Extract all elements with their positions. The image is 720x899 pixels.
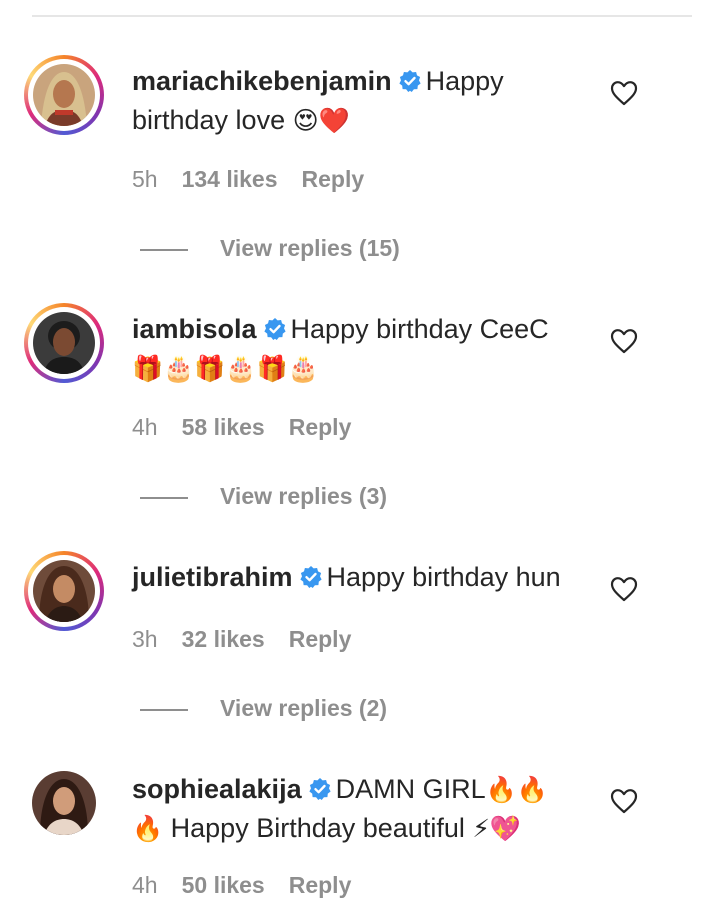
verified-badge-icon	[263, 314, 287, 350]
avatar-story-ring[interactable]	[24, 55, 104, 135]
comment-text: sophiealakija DAMN GIRL🔥🔥 🔥 Happy Birthda…	[132, 771, 572, 847]
reply-button[interactable]: Reply	[289, 872, 352, 898]
heart-outline-icon[interactable]	[610, 80, 638, 106]
comment-emoji: 🔥🔥	[485, 775, 548, 804]
heart-outline-icon[interactable]	[610, 328, 638, 354]
avatar[interactable]	[33, 312, 95, 374]
comment-body-line2: Happy Birthday beautiful	[170, 813, 465, 843]
likes-count[interactable]: 50 likes	[182, 872, 265, 898]
comment-text: iambisola Happy birthday CeeC 🎁🎂🎁🎂🎁🎂	[132, 311, 572, 387]
view-replies-label[interactable]: View replies (2)	[220, 695, 387, 722]
comment-body-line1: Happy	[425, 66, 504, 96]
verified-badge-icon	[308, 774, 332, 810]
reply-button[interactable]: Reply	[302, 166, 365, 192]
view-replies-label[interactable]: View replies (3)	[220, 483, 387, 510]
comment-text: mariachikebenjamin Happy birthday love 😍❤…	[132, 63, 572, 139]
comment-text: julietibrahim Happy birthday hun	[132, 559, 572, 598]
replies-divider	[140, 709, 188, 711]
comment-meta: 5h 134 likes Reply	[132, 166, 388, 193]
view-replies-label[interactable]: View replies (15)	[220, 235, 400, 262]
avatar[interactable]	[32, 771, 96, 835]
avatar-wrap[interactable]	[24, 763, 104, 843]
comment-emoji: 😍❤️	[292, 106, 350, 135]
verified-badge-icon	[299, 562, 323, 598]
comment-username[interactable]: mariachikebenjamin	[132, 66, 392, 96]
likes-count[interactable]: 58 likes	[182, 414, 265, 440]
replies-divider	[140, 497, 188, 499]
comment-username[interactable]: sophiealakija	[132, 774, 302, 804]
comment-time: 5h	[132, 166, 158, 192]
comment-meta: 4h 50 likes Reply	[132, 872, 375, 899]
comment-meta: 3h 32 likes Reply	[132, 626, 375, 653]
comment-body-line2: birthday love	[132, 105, 286, 135]
replies-divider	[140, 249, 188, 251]
comment-time: 4h	[132, 414, 158, 440]
comment-username[interactable]: iambisola	[132, 314, 257, 344]
heart-outline-icon[interactable]	[610, 576, 638, 602]
comment-emoji: 🔥	[132, 814, 164, 843]
comment-username[interactable]: julietibrahim	[132, 562, 293, 592]
likes-count[interactable]: 134 likes	[182, 166, 278, 192]
comment-body-line1: Happy birthday hun	[326, 562, 561, 592]
reply-button[interactable]: Reply	[289, 626, 352, 652]
avatar-story-ring[interactable]	[24, 551, 104, 631]
heart-outline-icon[interactable]	[610, 788, 638, 814]
comment-time: 3h	[132, 626, 158, 652]
verified-badge-icon	[398, 66, 422, 102]
comment-emoji: 🎁🎂🎁🎂🎁🎂	[132, 354, 319, 383]
likes-count[interactable]: 32 likes	[182, 626, 265, 652]
comment-time: 4h	[132, 872, 158, 898]
avatar-story-ring[interactable]	[24, 303, 104, 383]
comment-body-line1: Happy birthday CeeC	[290, 314, 549, 344]
comment-emoji: ⚡💖	[472, 814, 522, 843]
avatar[interactable]	[33, 64, 95, 126]
avatar[interactable]	[33, 560, 95, 622]
top-divider	[32, 15, 692, 17]
comment-body-line1: DAMN GIRL	[335, 774, 486, 804]
reply-button[interactable]: Reply	[289, 414, 352, 440]
comment-meta: 4h 58 likes Reply	[132, 414, 375, 441]
